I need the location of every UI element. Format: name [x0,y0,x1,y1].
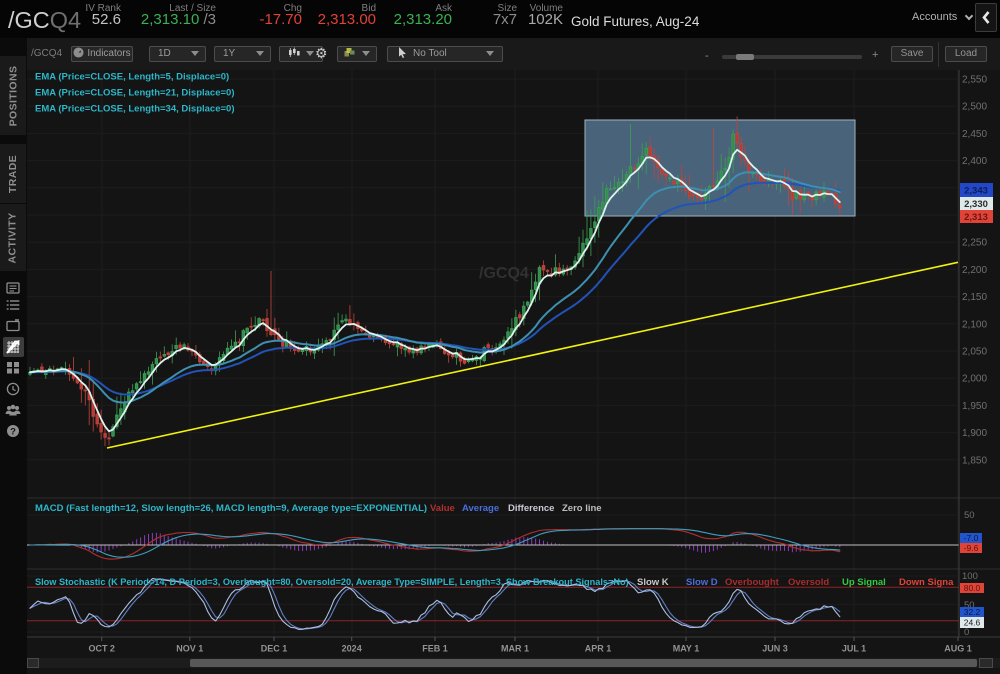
svg-text:FEB 1: FEB 1 [422,644,448,654]
svg-text:2,050: 2,050 [962,347,987,358]
svg-text:24.6: 24.6 [964,618,981,628]
svg-text:1,850: 1,850 [962,455,987,466]
svg-text:EMA (Price=CLOSE, Length=5, Di: EMA (Price=CLOSE, Length=5, Displace=0) [35,72,229,83]
svg-text:2,313: 2,313 [964,212,988,223]
svg-text:100: 100 [962,571,978,582]
svg-text:Down Signa: Down Signa [899,577,954,588]
svg-text:80.0: 80.0 [964,583,981,593]
svg-text:Slow K: Slow K [637,577,669,588]
svg-text:2,000: 2,000 [962,374,987,385]
svg-text:2,450: 2,450 [962,129,987,140]
svg-text:Up Signal: Up Signal [842,577,886,588]
svg-text:Value: Value [430,503,455,514]
svg-text:/GCQ4: /GCQ4 [479,265,529,282]
svg-text:JUN 3: JUN 3 [762,644,788,654]
svg-text:EMA (Price=CLOSE, Length=34, D: EMA (Price=CLOSE, Length=34, Displace=0) [35,104,234,115]
svg-text:Overbought: Overbought [725,577,780,588]
svg-text:Slow D: Slow D [686,577,718,588]
svg-text:AUG 1: AUG 1 [944,644,972,654]
svg-text:1,950: 1,950 [962,401,987,412]
svg-text:2,550: 2,550 [962,75,987,86]
svg-text:2,330: 2,330 [964,199,988,210]
svg-text:Zero line: Zero line [562,503,602,514]
svg-text:Average: Average [462,503,499,514]
svg-text:2,100: 2,100 [962,319,987,330]
svg-text:2,500: 2,500 [962,102,987,113]
svg-text:2,343: 2,343 [964,186,988,197]
svg-text:1,900: 1,900 [962,428,987,439]
svg-text:2,250: 2,250 [962,238,987,249]
svg-text:-7.0: -7.0 [964,533,979,543]
svg-text:2,150: 2,150 [962,292,987,303]
svg-text:2024: 2024 [342,644,362,654]
svg-text:NOV 1: NOV 1 [176,644,203,654]
svg-text:MAY 1: MAY 1 [673,644,700,654]
svg-text:?: ? [10,427,16,438]
svg-text:Slow Stochastic (K Period=14,: Slow Stochastic (K Period=14, D Period=3… [35,577,629,587]
svg-text:APR 1: APR 1 [585,644,612,654]
svg-text:32.2: 32.2 [964,607,981,617]
svg-text:2,400: 2,400 [962,156,987,167]
svg-text:EMA (Price=CLOSE, Length=21, D: EMA (Price=CLOSE, Length=21, Displace=0) [35,88,234,99]
svg-text:MACD (Fast length=12, Slow len: MACD (Fast length=12, Slow length=26, MA… [35,503,427,514]
svg-text:Oversold: Oversold [788,577,829,588]
svg-text:50: 50 [964,510,975,521]
svg-text:2,200: 2,200 [962,265,987,276]
svg-text:OCT 2: OCT 2 [88,644,115,654]
svg-text:DEC 1: DEC 1 [261,644,288,654]
svg-text:Difference: Difference [508,503,554,514]
svg-text:MAR 1: MAR 1 [501,644,529,654]
svg-text:-9.6: -9.6 [964,543,979,553]
svg-text:0: 0 [964,627,969,638]
svg-text:JUL 1: JUL 1 [842,644,866,654]
